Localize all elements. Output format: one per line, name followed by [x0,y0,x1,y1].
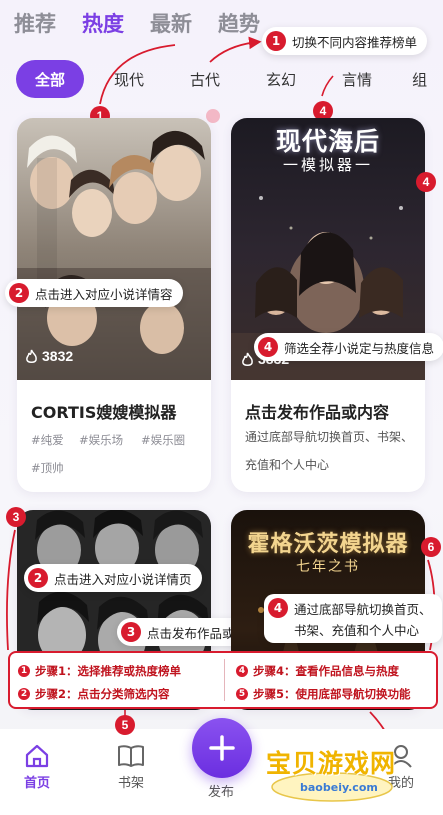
chip-fantasy[interactable]: 玄幻 [266,69,296,90]
annotation-badge: 4 [416,172,436,192]
site-watermark-logo: 宝贝游戏网 baobeiy.com [262,742,402,804]
novel-description: 通过底部导航切换首页、书架、 [245,430,414,444]
plus-icon [209,735,235,761]
step-item: 5 步骤5：使用底部导航切换功能 [236,686,411,702]
novel-tag: #纯爱 [31,433,64,447]
step-item: 2 步骤2：点击分类筛选内容 [18,686,170,702]
chip-modern[interactable]: 现代 [114,69,144,90]
annotation-badge: 5 [115,715,135,735]
novel-card[interactable]: 现代海后 一模拟器一 3832 点击发布作品或内容 通过底部导航切换首页、书架、… [231,118,425,492]
steps-guide-panel: 1 步骤1：选择推荐或热度榜单 2 步骤2：点击分类筛选内容 4 步骤4：查看作… [8,651,438,709]
flame-icon [242,352,253,366]
annotation-bottom-nav: 4 通过底部导航切换首页、 书架、充值和个人中心 [264,594,442,643]
flame-icon [26,349,37,363]
novel-cover-image [17,118,211,380]
cover-title: 霍格沃茨模拟器 [247,531,409,557]
divider [224,659,225,701]
novel-title: CORTIS嫂嫂模拟器 [31,403,177,422]
nav-publish-label: 发布 [208,785,235,800]
annotation-badge: 3 [6,507,26,527]
chip-more[interactable]: 组 [412,69,427,90]
nav-home[interactable]: 首页 [24,743,50,791]
step-item: 4 步骤4：查看作品信息与热度 [236,663,399,679]
annotation-card-detail: 2 点击进入对应小说详情页 [24,564,202,592]
annotation-badge: 6 [421,537,441,557]
annotation-card-detail: 2 点击进入对应小说详情容 [5,279,183,307]
annotation-tab-switch: 1 切换不同内容推荐榜单 [262,27,428,55]
cover-subtitle: 一模拟器一 [282,156,373,174]
novel-tag: #娱乐场 [79,433,124,447]
novel-title: 点击发布作品或内容 [245,403,390,422]
novel-tag: #顶帅 [31,461,64,475]
publish-button[interactable] [192,718,252,778]
cover-subtitle: 七年之书 [296,559,360,575]
novel-description: 充值和个人中心 [245,458,330,472]
book-icon [118,745,144,767]
chip-romance[interactable]: 言情 [342,69,372,90]
chip-ancient[interactable]: 古代 [190,69,220,90]
chip-all[interactable]: 全部 [16,60,84,98]
annotation-filter-info: 4 筛选全荐小说定与热度信息 [254,333,443,361]
home-icon [25,744,49,768]
heat-count: 3832 [25,348,73,364]
nav-bookshelf[interactable]: 书架 [117,743,145,791]
step-item: 1 步骤1：选择推荐或热度榜单 [18,663,181,679]
cover-title: 现代海后 [275,127,380,156]
novel-tag: #娱乐圈 [141,433,186,447]
category-chip-bar: 全部 现代 古代 玄幻 言情 组 [16,60,427,98]
